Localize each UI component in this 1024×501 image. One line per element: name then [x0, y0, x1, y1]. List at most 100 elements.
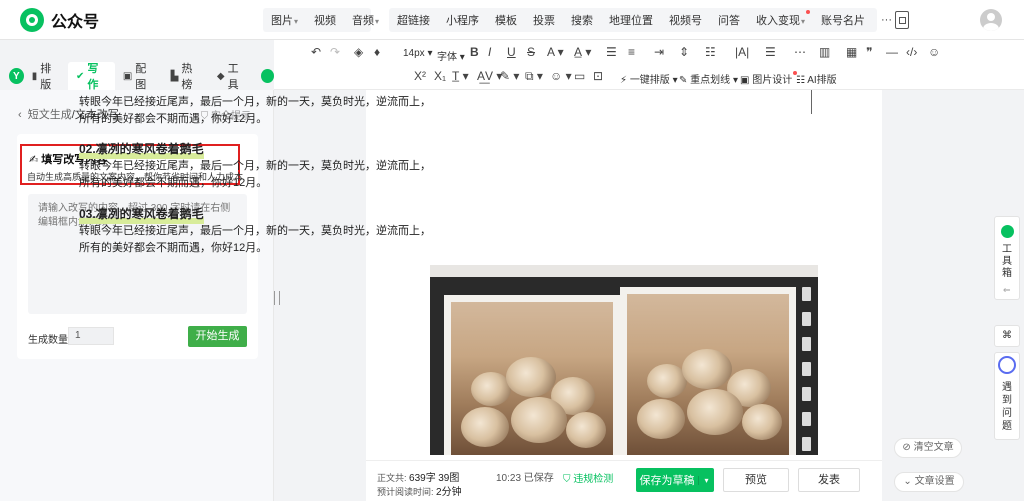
menu-hyperlink[interactable]: 超链接	[389, 12, 438, 28]
paragraph-1[interactable]: 转眼今年已经接近尾声，最后一个月，新的一天，莫负时光，逆流而上，所有的美好都会不…	[79, 94, 439, 128]
tab-writing[interactable]: ✔ 写作	[67, 62, 115, 91]
divider-line-icon[interactable]: —	[886, 45, 898, 59]
menu-location[interactable]: 地理位置	[601, 12, 661, 28]
column-icon[interactable]: ▥	[819, 45, 830, 59]
article-image[interactable]	[430, 265, 818, 455]
menu-account-card[interactable]: 账号名片	[813, 12, 873, 28]
menu-channels[interactable]: 视频号	[661, 12, 710, 28]
italic-icon[interactable]: I	[488, 45, 491, 59]
collapse-arrow-icon[interactable]: ⇐	[1003, 285, 1011, 296]
smiley-icon[interactable]: ☺ ▾	[550, 69, 572, 83]
layout-icon: ▮	[31, 70, 38, 82]
subscript-icon[interactable]: X₁	[434, 69, 446, 83]
bold-icon[interactable]: B	[470, 45, 479, 59]
emoji-icon[interactable]: ☺	[928, 45, 940, 59]
save-status: 10:23 已保存	[496, 473, 554, 484]
resize-grip[interactable]	[274, 291, 280, 305]
paragraph-spacing-icon[interactable]: ☷	[705, 45, 716, 59]
apps-icon[interactable]: ⌘	[994, 325, 1020, 347]
word-count: 正文共: 639字 39图	[377, 473, 460, 484]
highlight-color-icon[interactable]: A̲ ▾	[574, 45, 591, 59]
bookmark-icon: ▙	[170, 70, 179, 82]
code-icon[interactable]: ‹/›	[906, 45, 917, 59]
sticker-icon[interactable]: ⧉ ▾	[525, 69, 543, 84]
menu-audio[interactable]: 音频▾	[344, 12, 387, 28]
violation-check-link[interactable]: ⛉ 违规检测	[563, 470, 613, 485]
menu-vote[interactable]: 投票	[525, 12, 563, 28]
quote-icon[interactable]: ❞	[866, 45, 872, 59]
film-paper-edge	[430, 265, 818, 277]
menu-mini-program[interactable]: 小程序	[438, 12, 487, 28]
html-icon[interactable]: ▭	[574, 69, 585, 83]
toolbox-panel[interactable]: 工具箱 ⇐	[994, 216, 1020, 300]
letter-spacing-icon[interactable]: |A|	[735, 45, 749, 59]
menu-image[interactable]: 图片▾	[263, 12, 306, 28]
pen-icon: ✔	[75, 70, 85, 82]
list-icon[interactable]: ☰	[765, 45, 776, 59]
text-spacing-icon[interactable]: T̲ ▾	[452, 69, 469, 83]
clear-article-button[interactable]: ⊘ 清空文章	[894, 438, 962, 458]
preview-button[interactable]: 预览	[723, 468, 789, 492]
font-color-icon[interactable]: A ▾	[547, 45, 564, 59]
save-draft-button[interactable]: 保存为草稿 ▾	[636, 468, 714, 492]
table-icon[interactable]: ▦	[846, 45, 857, 59]
line-spacing-icon[interactable]: ⇕	[679, 45, 689, 59]
underline-emphasis-button[interactable]: ✎ 重点划线 ▾	[679, 71, 738, 86]
pen-icon[interactable]: ✎ ▾	[500, 69, 519, 83]
menu-video[interactable]: 视频	[306, 12, 344, 28]
insert-menu-group: 超链接 小程序 模板 投票 搜索 地理位置 视频号 问答 收入变现▾ 账号名片 …	[389, 8, 892, 32]
panel-toggle[interactable]	[261, 69, 275, 83]
image-icon: ▣	[122, 70, 133, 82]
undo-icon[interactable]: ↶	[311, 45, 321, 59]
article-settings-button[interactable]: ⌄ 文章设置	[894, 472, 964, 492]
tab-hot-list[interactable]: ▙ 热榜	[163, 62, 209, 91]
strikethrough-icon[interactable]: S	[527, 45, 535, 59]
align-left-icon[interactable]: ☰	[606, 45, 617, 59]
mobile-preview-icon[interactable]	[895, 11, 909, 29]
gen-count-label: 生成数量:	[28, 335, 71, 346]
ai-format-button[interactable]: ☷ AI排版	[796, 71, 837, 86]
tab-layout[interactable]: ▮ 排版	[24, 62, 68, 91]
avatar[interactable]	[980, 9, 1002, 31]
underline-icon[interactable]: U	[507, 45, 516, 59]
notice-dot	[806, 10, 811, 14]
superscript-icon[interactable]: X²	[414, 69, 426, 83]
publish-button[interactable]: 发表	[798, 468, 860, 492]
heading-02[interactable]: 02.凛冽的寒风卷着鹅毛	[79, 140, 204, 159]
brand-logo[interactable]: 公众号	[20, 8, 99, 32]
media-menu-group: 图片▾ 视频 音频▾	[263, 8, 379, 32]
start-generate-button[interactable]: 开始生成	[188, 326, 247, 347]
font-size-select[interactable]: 14px ▾	[403, 48, 433, 59]
heading-03[interactable]: 03.凛冽的寒风卷着鹅毛	[79, 205, 204, 224]
menu-template[interactable]: 模板	[487, 12, 525, 28]
gen-count-input[interactable]: 1	[68, 327, 114, 345]
indent-icon[interactable]: ⇥	[654, 45, 664, 59]
redo-icon[interactable]: ↷	[330, 45, 340, 59]
cube-icon: ◆	[216, 70, 225, 82]
text-effect-icon[interactable]: A͟V ▾	[477, 69, 502, 83]
back-chevron-icon[interactable]: ‹	[18, 109, 22, 121]
one-click-format-button[interactable]: ⚡ 一键排版 ▾	[620, 71, 678, 86]
image-design-button[interactable]: ▣ 图片设计	[740, 71, 798, 86]
chevron-down-icon[interactable]: ▾	[698, 475, 714, 485]
menu-search[interactable]: 搜索	[563, 12, 601, 28]
film-frame-left	[444, 295, 620, 455]
paragraph-2[interactable]: 转眼今年已经接近尾声，最后一个月，新的一天，莫负时光，逆流而上，所有的美好都会不…	[79, 158, 439, 192]
tab-images[interactable]: ▣ 配图	[115, 62, 163, 91]
assistant-logo-icon: Y	[9, 68, 24, 84]
align-center-icon[interactable]: ≡	[628, 45, 635, 59]
tab-tools[interactable]: ◆ 工具	[209, 62, 255, 91]
help-panel[interactable]: 遇到问题	[994, 352, 1020, 440]
briefcase-icon[interactable]: ⊡	[593, 69, 603, 83]
divider-icon[interactable]: ⋯	[794, 45, 806, 59]
menu-qa[interactable]: 问答	[710, 12, 748, 28]
film-frame-right	[620, 287, 796, 455]
font-family-select[interactable]: 字体 ▾	[437, 48, 465, 63]
clear-format-icon[interactable]: ♦	[374, 45, 380, 59]
menu-monetize[interactable]: 收入变现▾	[748, 10, 813, 28]
brand-name: 公众号	[51, 14, 100, 31]
breadcrumb-parent[interactable]: 短文生成	[28, 109, 72, 121]
paragraph-3[interactable]: 转眼今年已经接近尾声，最后一个月，新的一天，莫负时光，逆流而上，所有的美好都会不…	[79, 223, 439, 257]
format-painter-icon[interactable]: ◈	[354, 45, 363, 59]
text-cursor	[811, 90, 812, 114]
